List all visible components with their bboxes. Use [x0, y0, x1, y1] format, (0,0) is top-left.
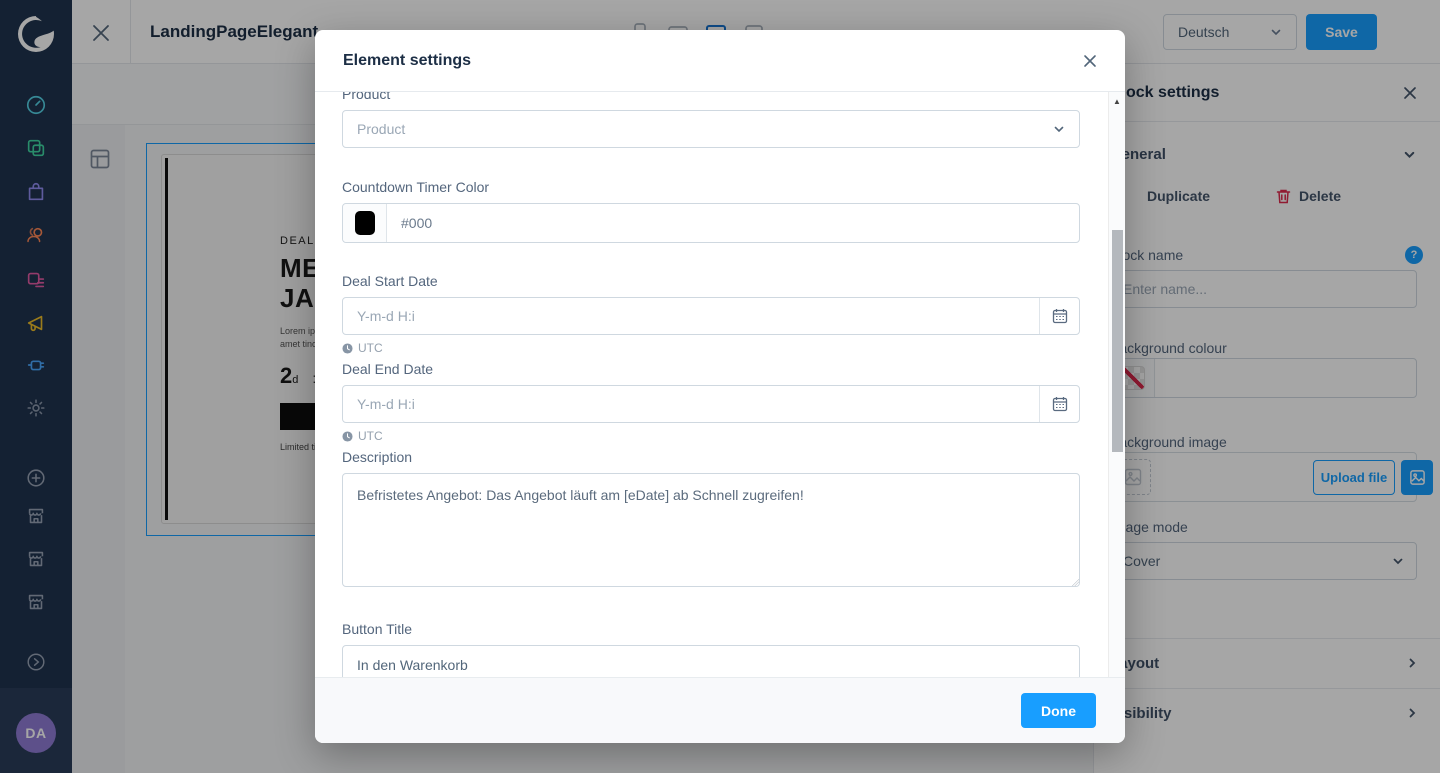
done-button[interactable]: Done	[1021, 693, 1096, 728]
modal-scrollbar[interactable]: ▲ ▼	[1108, 92, 1125, 707]
calendar-addon[interactable]	[1039, 298, 1079, 334]
product-label: Product	[342, 92, 1063, 102]
deal-start-hint: UTC	[342, 341, 1063, 355]
deal-end-hint: UTC	[342, 429, 1063, 443]
countdown-color-input[interactable]	[387, 204, 1079, 242]
modal-title: Element settings	[343, 52, 471, 70]
black-color-swatch	[355, 211, 375, 235]
calendar-addon[interactable]	[1039, 386, 1079, 422]
cms-editor-screen: DA LandingPageElegant Deutsch Sav	[0, 0, 1440, 773]
scroll-up-icon[interactable]: ▲	[1109, 94, 1125, 108]
modal-footer: Done	[315, 677, 1125, 743]
deal-start-field	[342, 297, 1080, 335]
product-select[interactable]: Product	[342, 110, 1080, 148]
chevron-down-icon	[1053, 123, 1065, 135]
color-swatch-addon[interactable]	[343, 204, 387, 242]
utc-hint-text: UTC	[358, 341, 383, 355]
modal-scroll-area: Product Product Countdown Timer Color De…	[315, 92, 1108, 707]
countdown-color-label: Countdown Timer Color	[342, 179, 1063, 195]
countdown-color-field	[342, 203, 1080, 243]
product-select-placeholder: Product	[357, 121, 405, 137]
deal-end-input[interactable]	[343, 386, 1039, 422]
element-settings-modal: Element settings Product Product Countdo…	[315, 30, 1125, 743]
button-title-label: Button Title	[342, 621, 1063, 637]
deal-end-label: Deal End Date	[342, 361, 1063, 377]
description-textarea[interactable]: Befristetes Angebot: Das Angebot läuft a…	[342, 473, 1080, 587]
calendar-icon	[1052, 308, 1068, 324]
scrollbar-thumb[interactable]	[1112, 230, 1123, 452]
calendar-icon	[1052, 396, 1068, 412]
clock-icon	[342, 343, 353, 354]
clock-icon	[342, 431, 353, 442]
deal-start-input[interactable]	[343, 298, 1039, 334]
deal-start-label: Deal Start Date	[342, 273, 1063, 289]
deal-end-field	[342, 385, 1080, 423]
description-label: Description	[342, 449, 1063, 465]
utc-hint-text: UTC	[358, 429, 383, 443]
close-modal-icon[interactable]	[1083, 54, 1097, 68]
